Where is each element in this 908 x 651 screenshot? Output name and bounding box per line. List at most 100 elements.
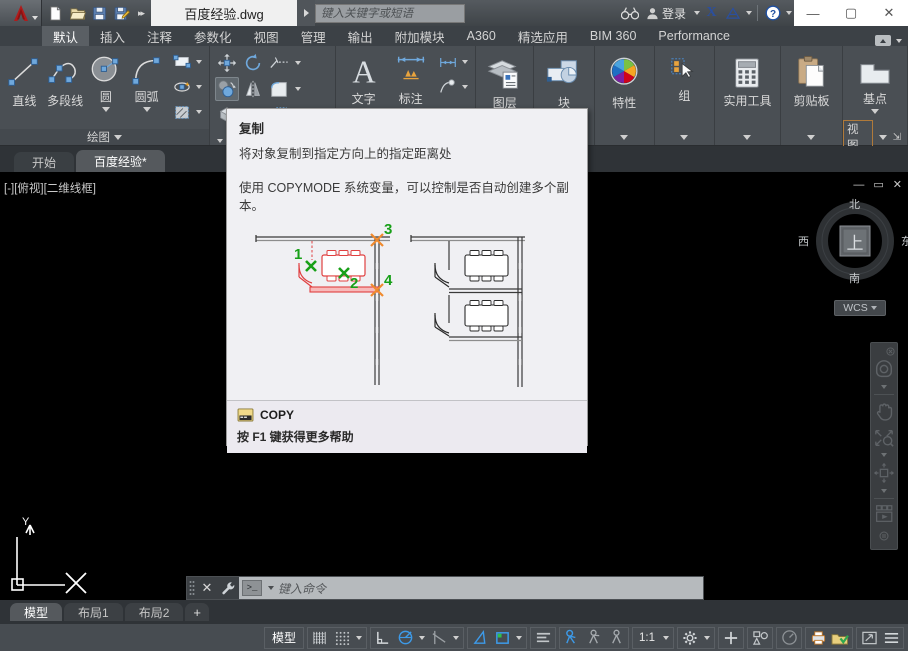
workspace-gear-icon[interactable]: [679, 628, 701, 648]
ribbon-tab-bim360[interactable]: BIM 360: [579, 26, 648, 46]
ribbon-minimize-control[interactable]: [875, 35, 908, 46]
panel-expand-clipboard[interactable]: [781, 129, 842, 145]
scale-dropdown-icon[interactable]: [660, 628, 672, 648]
polar-dropdown-icon[interactable]: [416, 628, 428, 648]
fullscreen-icon[interactable]: [858, 628, 880, 648]
move-icon[interactable]: [215, 51, 239, 75]
trim-dropdown-icon[interactable]: [293, 51, 303, 75]
ortho-mode-icon[interactable]: [372, 628, 394, 648]
window-maximize-button[interactable]: ▢: [832, 0, 870, 26]
lineweight-icon[interactable]: [491, 628, 513, 648]
ribbon-tab-addins[interactable]: 附加模块: [384, 26, 456, 46]
text-button[interactable]: A 文字: [341, 50, 386, 107]
layout-tab-model[interactable]: 模型: [10, 603, 63, 621]
leader-dropdown-icon[interactable]: [460, 75, 470, 99]
fillet-dropdown-icon[interactable]: [293, 77, 303, 101]
status-isolate-group[interactable]: [747, 626, 773, 649]
zoom-dropdown-icon[interactable]: [871, 451, 897, 459]
linear-dim-dropdown-icon[interactable]: [460, 50, 470, 74]
panel-expand-utilities[interactable]: [715, 129, 780, 145]
panel-expand-properties[interactable]: [595, 129, 654, 145]
new-file-icon[interactable]: [46, 4, 65, 23]
block-button[interactable]: 块: [541, 54, 587, 111]
rotate-icon[interactable]: [241, 51, 265, 75]
object-snap-tracking-icon[interactable]: [428, 628, 450, 648]
polar-tracking-icon[interactable]: [394, 628, 416, 648]
command-input[interactable]: >_ 键入命令: [239, 577, 703, 599]
save-icon[interactable]: [90, 4, 109, 23]
draw-circle-button[interactable]: 圆: [87, 50, 126, 112]
draw-line-button[interactable]: 直线: [5, 50, 44, 109]
osnap-icon[interactable]: [469, 628, 491, 648]
autodesk-share-icon[interactable]: [723, 4, 742, 23]
ribbon-tab-parametric[interactable]: 参数化: [183, 26, 243, 46]
layers-button[interactable]: 图层: [482, 54, 528, 111]
zoom-extents-icon[interactable]: [871, 425, 897, 451]
clipboard-button[interactable]: 剪贴板: [786, 52, 837, 109]
snap-mode-icon[interactable]: [331, 628, 353, 648]
basepoint-dropdown-icon[interactable]: [870, 109, 879, 114]
customization-menu-icon[interactable]: [880, 628, 902, 648]
leader-icon[interactable]: [436, 75, 460, 99]
steering-wheel-icon[interactable]: [871, 357, 897, 383]
osnap-tracking-dropdown-icon[interactable]: [450, 628, 462, 648]
hatch-dropdown-icon[interactable]: [194, 100, 204, 124]
panel-expand-group[interactable]: [655, 129, 714, 145]
file-tab-start[interactable]: 开始: [14, 152, 75, 172]
ellipse-icon[interactable]: [170, 75, 194, 99]
annotation-visibility-icon[interactable]: [605, 628, 627, 648]
group-button[interactable]: 组: [661, 53, 707, 104]
binoculars-icon[interactable]: [621, 4, 640, 23]
ribbon-tab-annotate[interactable]: 注释: [136, 26, 183, 46]
orbit-dropdown-icon[interactable]: [871, 487, 897, 495]
draw-circle-dropdown-icon[interactable]: [101, 107, 110, 112]
ribbon-tab-performance[interactable]: Performance: [647, 26, 741, 46]
steering-wheel-dropdown-icon[interactable]: [871, 384, 897, 392]
pan-hand-icon[interactable]: [871, 398, 897, 424]
view-cube[interactable]: 上 北 南 西 东: [798, 199, 908, 285]
ribbon-tab-manage[interactable]: 管理: [290, 26, 337, 46]
add-icon[interactable]: [720, 628, 742, 648]
wcs-selector[interactable]: WCS: [834, 300, 886, 316]
fillet-icon[interactable]: [267, 77, 291, 101]
orbit-icon[interactable]: [871, 460, 897, 486]
utilities-button[interactable]: 实用工具: [720, 54, 775, 109]
annotation-monitor-icon[interactable]: [583, 628, 605, 648]
draw-polyline-button[interactable]: 多段线: [46, 50, 85, 109]
sign-in-caret-icon[interactable]: [694, 11, 700, 15]
command-line-close-icon[interactable]: ✕: [197, 580, 217, 596]
basepoint-button[interactable]: 基点: [848, 54, 902, 114]
question-mark-icon[interactable]: ?: [763, 4, 782, 23]
command-line[interactable]: ✕ >_ 键入命令: [186, 576, 704, 600]
panel-title-draw[interactable]: 绘图: [0, 129, 209, 145]
wrench-icon[interactable]: [217, 581, 239, 596]
rectangle-dropdown-icon[interactable]: [194, 50, 204, 74]
ellipse-dropdown-icon[interactable]: [194, 75, 204, 99]
status-hardware-group[interactable]: [776, 626, 802, 649]
status-model-group[interactable]: 模型: [263, 626, 304, 649]
animation-icon[interactable]: [871, 502, 897, 528]
ribbon-tab-a360[interactable]: A360: [456, 26, 507, 46]
transparency-icon[interactable]: [532, 628, 554, 648]
mirror-icon[interactable]: [241, 77, 265, 101]
qat-overflow-icon[interactable]: ▸▸: [134, 8, 147, 19]
layout-tab-layout1[interactable]: 布局1: [64, 603, 123, 621]
layout-tab-layout2[interactable]: 布局2: [124, 603, 184, 621]
sign-in-button[interactable]: 登录: [642, 2, 690, 24]
viewport-close-icon[interactable]: ✕: [893, 178, 902, 191]
plot-icon[interactable]: [807, 628, 829, 648]
viewport-label[interactable]: [-][俯视][二维线框]: [4, 180, 96, 196]
rectangle-icon[interactable]: [170, 50, 194, 74]
grid-display-icon[interactable]: [309, 628, 331, 648]
application-menu-button[interactable]: [0, 0, 42, 26]
window-minimize-button[interactable]: —: [794, 0, 832, 26]
snap-dropdown-icon[interactable]: [353, 628, 365, 648]
clean-screen-check-icon[interactable]: [829, 628, 851, 648]
help-caret-icon[interactable]: [786, 11, 792, 15]
ribbon-tab-featured-apps[interactable]: 精选应用: [507, 26, 579, 46]
panel-title-view[interactable]: 视图 ⇲: [842, 120, 907, 154]
hatch-icon[interactable]: [170, 100, 194, 124]
viewport-minimize-icon[interactable]: —: [853, 179, 864, 191]
draw-arc-button[interactable]: 圆弧: [127, 50, 166, 112]
autodesk-exchange-icon[interactable]: X: [702, 4, 721, 23]
